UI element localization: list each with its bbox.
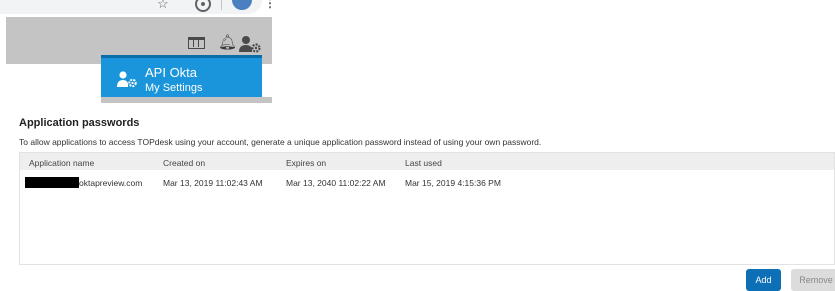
bookmark-star-icon[interactable]: ☆ [157, 0, 169, 12]
application-passwords-table: Application name Created on Expires on L… [19, 152, 835, 265]
column-header-application-name[interactable]: Application name [29, 158, 94, 168]
add-button[interactable]: Add [746, 269, 781, 291]
cell-last-used: Mar 15, 2019 4:15:36 PM [405, 178, 501, 188]
calendar-icon[interactable] [188, 37, 205, 49]
browser-menu-icon[interactable]: ⋮ [264, 0, 276, 10]
user-name: API Okta [145, 65, 198, 80]
section-description: To allow applications to access TOPdesk … [19, 137, 542, 147]
user-settings-icon [117, 71, 137, 88]
user-settings-icon[interactable] [238, 35, 262, 53]
page-title: Application passwords [19, 117, 140, 129]
my-settings-link[interactable]: My Settings [145, 82, 202, 94]
browser-toolbar: ☆ ⋮ [0, 0, 276, 17]
user-menu[interactable]: API Okta My Settings [101, 55, 262, 100]
column-header-created-on[interactable]: Created on [163, 158, 205, 168]
address-bar[interactable] [0, 0, 262, 14]
cell-expires-on: Mar 13, 2040 11:02:22 AM [286, 178, 386, 188]
menu-shadow [101, 97, 272, 103]
notification-bell-icon[interactable]: 🔔︎ [218, 33, 237, 51]
cell-created-on: Mar 13, 2019 11:02:43 AM [163, 178, 263, 188]
remove-button[interactable]: Remove [791, 269, 835, 291]
column-header-expires-on[interactable]: Expires on [286, 158, 326, 168]
column-header-last-used[interactable]: Last used [405, 158, 442, 168]
redacted-text [25, 177, 79, 188]
cell-application-name: oktapreview.com [79, 178, 143, 188]
table-header: Application name Created on Expires on L… [20, 153, 834, 170]
toolbar-divider [221, 0, 222, 10]
